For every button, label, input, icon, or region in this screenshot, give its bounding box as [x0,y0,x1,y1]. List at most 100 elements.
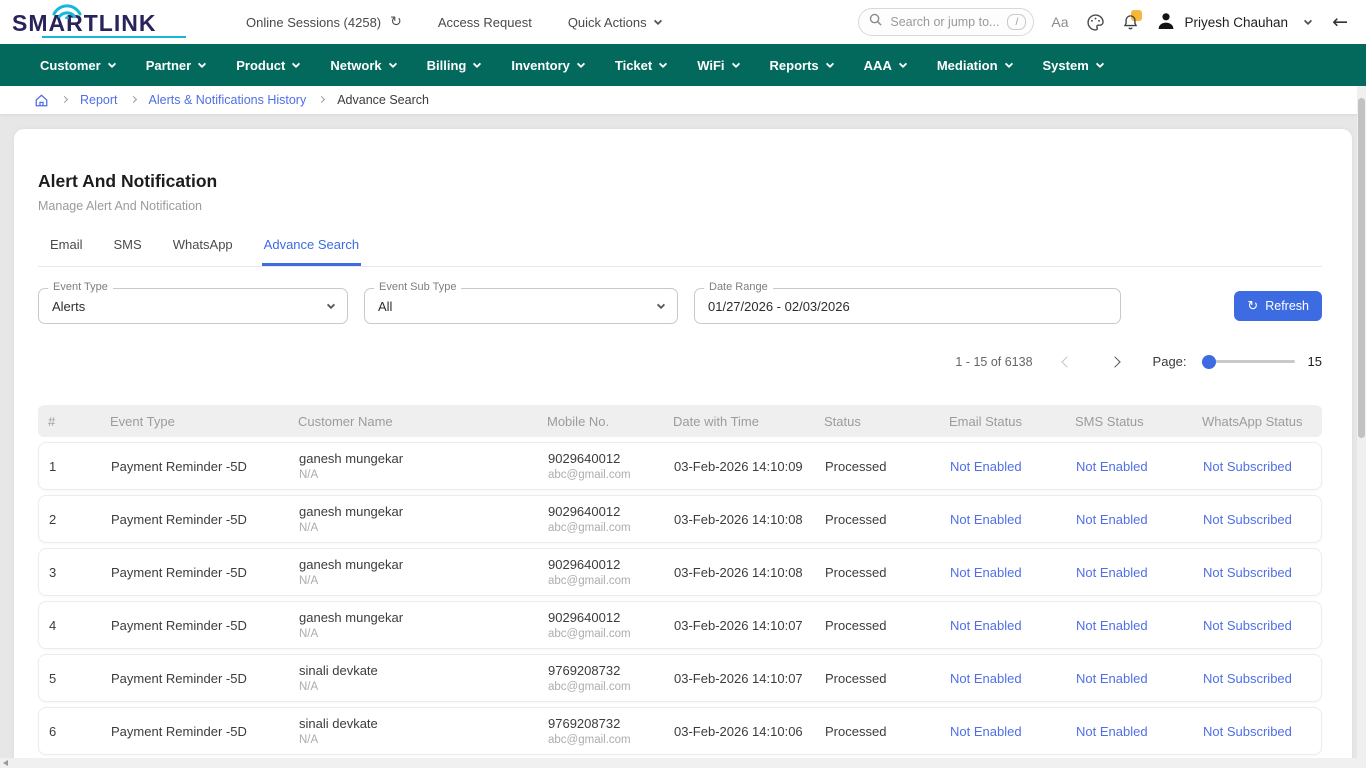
whatsapp-status-link[interactable]: Not Subscribed [1193,512,1323,527]
tab-sms[interactable]: SMS [112,237,144,266]
next-page-icon[interactable] [1109,356,1120,367]
event-type-cell: Payment Reminder -5D [101,512,289,527]
quick-actions-menu[interactable]: Quick Actions [568,15,661,30]
chevron-down-icon [292,59,300,67]
refresh-button[interactable]: ↻ Refresh [1234,291,1322,321]
font-size-toggle[interactable]: Aa [1051,14,1068,30]
column-header-customer-name: Customer Name [288,414,537,429]
global-search[interactable]: / [858,8,1034,36]
email-status-link[interactable]: Not Enabled [940,724,1066,739]
vertical-scrollbar[interactable] [1357,86,1366,758]
datetime-cell: 03-Feb-2026 14:10:08 [664,512,815,527]
table-row[interactable]: 6Payment Reminder -5Dsinali devkateN/A97… [38,707,1322,755]
status-cell: Processed [815,565,940,580]
mobile-cell: 9769208732abc@gmail.com [538,663,664,693]
email-status-link[interactable]: Not Enabled [940,512,1066,527]
event-sub-type-select[interactable]: Event Sub Type All [364,288,678,324]
customer-sub: N/A [299,469,538,481]
event-type-select[interactable]: Event Type Alerts [38,288,348,324]
table-row[interactable]: 3Payment Reminder -5Dganesh mungekarN/A9… [38,548,1322,596]
smartlink-logo[interactable]: SMARTLINK [12,3,190,41]
nav-item-label: Inventory [511,58,570,73]
topbar-right: / Aa Priyesh Chau [858,8,1348,36]
chevron-down-icon [899,59,907,67]
table-row[interactable]: 4Payment Reminder -5Dganesh mungekarN/A9… [38,601,1322,649]
theme-palette-icon[interactable] [1086,13,1105,32]
row-index: 6 [39,724,101,739]
nav-item-label: Product [236,58,285,73]
horizontal-scrollbar[interactable] [0,758,1366,768]
previous-page-icon[interactable] [1061,356,1072,367]
whatsapp-status-link[interactable]: Not Subscribed [1193,565,1323,580]
date-range-input[interactable]: Date Range 01/27/2026 - 02/03/2026 [694,288,1121,324]
online-sessions: Online Sessions (4258) ↻ [246,14,402,30]
table-row[interactable]: 5Payment Reminder -5Dsinali devkateN/A97… [38,654,1322,702]
refresh-sessions-icon[interactable]: ↻ [390,14,402,30]
column-header-mobile-no: Mobile No. [537,414,663,429]
scroll-left-arrow-icon[interactable] [3,760,8,766]
nav-item-inventory[interactable]: Inventory [511,58,584,73]
search-input[interactable] [888,14,1001,30]
nav-item-reports[interactable]: Reports [770,58,833,73]
nav-item-ticket[interactable]: Ticket [615,58,666,73]
tab-advance-search[interactable]: Advance Search [262,237,361,266]
sms-status-link[interactable]: Not Enabled [1066,618,1193,633]
access-request-link[interactable]: Access Request [438,15,532,30]
tab-whatsapp[interactable]: WhatsApp [171,237,235,266]
vertical-scrollbar-thumb[interactable] [1358,98,1365,438]
wifi-signal-icon [51,3,83,24]
chevron-down-icon [825,59,833,67]
event-type-cell: Payment Reminder -5D [101,618,289,633]
customer-name: sinali devkate [299,716,538,731]
nav-item-wifi[interactable]: WiFi [697,58,738,73]
page-size-value: 15 [1308,354,1322,369]
email-status-link[interactable]: Not Enabled [940,459,1066,474]
tab-email[interactable]: Email [48,237,85,266]
notifications-bell-icon[interactable] [1122,13,1139,31]
customer-sub: N/A [299,734,538,746]
alerts-table: #Event TypeCustomer NameMobile No.Date w… [38,405,1322,755]
sms-status-link[interactable]: Not Enabled [1066,512,1193,527]
page-size-slider[interactable] [1202,355,1295,369]
customer-email: abc@gmail.com [548,575,664,587]
chevron-down-icon [473,59,481,67]
table-row[interactable]: 2Payment Reminder -5Dganesh mungekarN/A9… [38,495,1322,543]
collapse-arrow-icon[interactable]: ← [1332,11,1348,33]
nav-item-billing[interactable]: Billing [427,58,481,73]
email-status-link[interactable]: Not Enabled [940,671,1066,686]
whatsapp-status-link[interactable]: Not Subscribed [1193,671,1323,686]
status-cell: Processed [815,459,940,474]
row-index: 2 [39,512,101,527]
mobile-cell: 9029640012abc@gmail.com [538,451,664,481]
email-status-link[interactable]: Not Enabled [940,618,1066,633]
slider-thumb[interactable] [1202,355,1216,369]
customer-sub: N/A [299,575,538,587]
sms-status-link[interactable]: Not Enabled [1066,565,1193,580]
filter-bar: Event Type Alerts Event Sub Type All Dat… [38,288,1322,324]
sms-status-link[interactable]: Not Enabled [1066,459,1193,474]
sms-status-link[interactable]: Not Enabled [1066,724,1193,739]
sms-status-link[interactable]: Not Enabled [1066,671,1193,686]
email-status-link[interactable]: Not Enabled [940,565,1066,580]
whatsapp-status-link[interactable]: Not Subscribed [1193,724,1323,739]
nav-item-product[interactable]: Product [236,58,299,73]
column-header-whatsapp-status: WhatsApp Status [1192,414,1322,429]
customer-name: ganesh mungekar [299,557,538,572]
whatsapp-status-link[interactable]: Not Subscribed [1193,618,1323,633]
nav-item-customer[interactable]: Customer [40,58,115,73]
nav-item-system[interactable]: System [1043,58,1103,73]
nav-item-aaa[interactable]: AAA [864,58,906,73]
chevron-down-icon [577,59,585,67]
nav-item-partner[interactable]: Partner [146,58,206,73]
chevron-down-icon [1096,59,1104,67]
nav-item-network[interactable]: Network [330,58,395,73]
breadcrumb-link-alerts-notifications-history[interactable]: Alerts & Notifications History [149,93,307,107]
whatsapp-status-link[interactable]: Not Subscribed [1193,459,1323,474]
breadcrumb-link-report[interactable]: Report [80,93,118,107]
home-icon[interactable] [34,93,49,108]
customer-name-cell: ganesh mungekarN/A [289,451,538,481]
user-menu[interactable]: Priyesh Chauhan [1156,11,1312,34]
nav-item-mediation[interactable]: Mediation [937,58,1012,73]
chevron-right-icon [318,96,325,103]
table-row[interactable]: 1Payment Reminder -5Dganesh mungekarN/A9… [38,442,1322,490]
